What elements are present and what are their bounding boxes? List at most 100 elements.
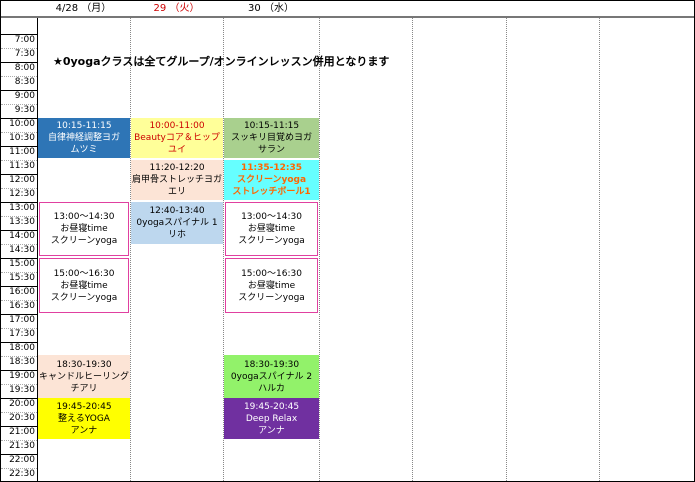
time-label: 22:00 (9, 455, 35, 465)
class-block[interactable]: 19:45-20:45 整えるYOGA アンナ (38, 398, 130, 439)
notice-text: ★0yogaクラスは全てグループ/オンラインレッスン併用となります (53, 55, 390, 68)
time-label: 22:30 (9, 469, 35, 479)
header-day-empty (599, 1, 694, 16)
time-label: 13:30 (9, 217, 35, 227)
row-divider (1, 76, 37, 77)
time-label: 15:30 (9, 273, 35, 283)
class-block[interactable]: 13:00〜14:30 お昼寝time スクリーンyoga (225, 202, 318, 256)
column-divider (599, 1, 600, 481)
time-label: 11:00 (9, 147, 35, 157)
class-block[interactable]: 18:30-19:30 キャンドルヒーリング チアリ (38, 355, 130, 398)
row-divider (1, 468, 37, 469)
time-label: 10:30 (9, 133, 35, 143)
row-divider (1, 342, 37, 343)
row-divider (1, 440, 37, 441)
row-divider (1, 356, 37, 357)
row-divider (1, 62, 37, 63)
class-name: 0yogaスパイナル 2 (230, 371, 313, 382)
class-name: 整えるYOGA (58, 413, 110, 424)
class-name: 自律神経調整ヨガ (47, 133, 120, 143)
class-teacher: ストレッチボール1 (232, 187, 311, 197)
class-block[interactable]: 15:00〜16:30 お昼寝time スクリーンyoga (39, 258, 129, 313)
time-label: 19:00 (9, 371, 35, 381)
row-divider (1, 160, 37, 161)
time-label: 15:00 (9, 259, 35, 269)
class-teacher: アンナ (258, 425, 285, 436)
time-label: 20:00 (9, 399, 35, 409)
time-label: 18:30 (9, 357, 35, 367)
class-time: 13:00〜14:30 (53, 212, 115, 222)
class-time: 11:20-12:20 (149, 163, 205, 173)
time-label: 14:00 (9, 231, 35, 241)
row-divider (1, 230, 37, 231)
header-day-empty (412, 1, 506, 16)
class-block[interactable]: 10:15-11:15 スッキリ目覚めヨガ サラン (224, 118, 319, 158)
row-divider (1, 300, 37, 301)
time-label: 8:00 (14, 63, 35, 73)
time-label: 21:30 (9, 441, 35, 451)
time-label: 16:00 (9, 287, 35, 297)
time-label: 10:00 (9, 119, 35, 129)
class-teacher: スクリーンyoga (238, 236, 305, 246)
class-time: 11:35-12:35 (240, 163, 303, 173)
time-label: 21:00 (9, 427, 35, 437)
row-divider (1, 48, 37, 49)
class-block[interactable]: 19:45-20:45 Deep Relax アンナ (224, 398, 319, 439)
row-divider (1, 384, 37, 385)
row-divider (1, 286, 37, 287)
header-day-empty (319, 1, 412, 16)
row-divider (1, 188, 37, 189)
time-label: 9:30 (14, 105, 35, 115)
class-name: お昼寝time (60, 280, 108, 291)
row-divider (1, 104, 37, 105)
time-label: 11:30 (9, 161, 35, 171)
column-divider (506, 1, 507, 481)
column-divider (412, 1, 413, 481)
row-divider (1, 454, 37, 455)
header-day-wednesday: 30 （水） (248, 3, 294, 14)
class-block[interactable]: 12:40-13:40 0yogaスパイナル 1 リホ (131, 202, 223, 244)
class-time: 18:30-19:30 (243, 359, 300, 370)
row-divider (1, 272, 37, 273)
class-time: 18:30-19:30 (56, 359, 112, 370)
header-day-tuesday: 29 （火） (153, 3, 200, 14)
class-time: 19:45-20:45 (56, 401, 112, 412)
row-divider (1, 244, 37, 245)
class-block[interactable]: 13:00〜14:30 お昼寝time スクリーンyoga (39, 202, 129, 256)
class-teacher: リホ (167, 230, 186, 240)
class-time: 15:00〜16:30 (53, 268, 115, 279)
class-time: 12:40-13:40 (149, 206, 205, 216)
time-label: 7:00 (14, 35, 35, 45)
time-label: 7:30 (14, 49, 35, 59)
schedule-sheet: 4/28 （月） 29 （火） 30 （水） 7:00 7:30 8:00 8:30 9… (0, 0, 695, 482)
row-divider (1, 412, 37, 413)
time-label: 13:00 (9, 203, 35, 213)
row-divider (1, 314, 37, 315)
class-block[interactable]: 15:00〜16:30 お昼寝time スクリーンyoga (225, 258, 318, 313)
class-time: 10:00-11:00 (149, 121, 205, 131)
class-teacher: チアリ (70, 383, 98, 394)
class-teacher: スクリーンyoga (50, 236, 118, 246)
time-label: 12:00 (9, 175, 35, 185)
class-block[interactable]: 11:20-12:20 肩甲骨ストレッチヨガ エリ (131, 160, 223, 200)
class-name: スッキリ目覚めヨガ (230, 133, 312, 143)
class-teacher: ハルカ (258, 383, 285, 394)
time-label: 19:30 (9, 385, 35, 395)
class-block[interactable]: 18:30-19:30 0yogaスパイナル 2 ハルカ (224, 355, 319, 398)
row-divider (1, 34, 37, 35)
class-time: 15:00〜16:30 (241, 268, 302, 279)
class-name: Deep Relax (245, 413, 298, 424)
row-divider (1, 370, 37, 371)
time-label: 17:00 (9, 315, 35, 325)
header-day-monday: 4/28 （月） (55, 3, 112, 14)
row-divider (1, 146, 37, 147)
class-block[interactable]: 11:35-12:35 スクリーンyoga ストレッチボール1 (224, 160, 319, 200)
time-label: 8:30 (14, 77, 35, 87)
class-block[interactable]: 10:00-11:00 Beautyコア＆ヒップ ユイ (131, 118, 223, 158)
class-teacher: ムツミ (70, 145, 98, 155)
row-divider (1, 328, 37, 329)
class-name: スクリーンyoga (236, 175, 307, 185)
row-divider (1, 398, 37, 399)
class-block[interactable]: 10:15-11:15 自律神経調整ヨガ ムツミ (38, 118, 130, 158)
class-teacher: エリ (167, 187, 186, 197)
